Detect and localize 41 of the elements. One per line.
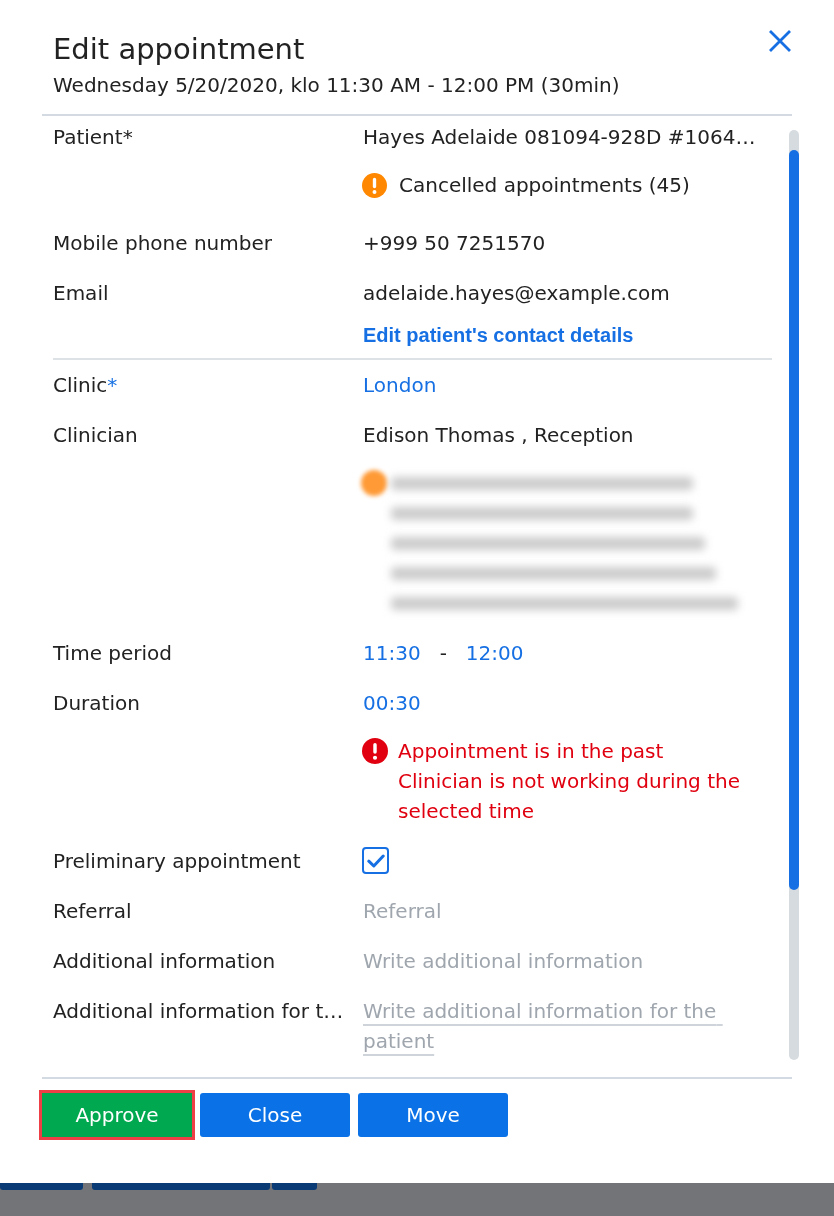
field-label: Referral	[53, 898, 133, 925]
checkbox[interactable]	[362, 847, 389, 874]
field-label: Mobile phone number	[53, 230, 273, 257]
field-label: Clinician	[53, 422, 139, 449]
error-icon	[362, 738, 388, 764]
field-value: Hayes Adelaide 081094-928D #1064…	[363, 124, 757, 151]
field-label: Preliminary appointment	[53, 848, 302, 875]
range-separator: -	[439, 640, 447, 667]
text-area[interactable]: Write additional information for the patient	[363, 996, 763, 1056]
field-label: Clinic	[53, 372, 108, 399]
dialog-subtitle: Wednesday 5/20/2020, klo 11:30 AM - 12:00 PM (30min)	[53, 72, 620, 99]
close-button[interactable]: Close	[200, 1093, 350, 1137]
value-link[interactable]: London	[363, 370, 437, 400]
start-time-link[interactable]: 11:30	[363, 638, 421, 668]
text-link[interactable]: Edit patient's contact details	[363, 320, 634, 350]
value-link[interactable]: 00:30	[363, 688, 421, 718]
background-bar	[272, 1183, 317, 1190]
field-label: Patient*	[53, 124, 134, 151]
text-field[interactable]: Write additional information	[363, 946, 646, 976]
close-button[interactable]	[768, 29, 792, 53]
error-message: Appointment is in the past	[398, 738, 665, 765]
text-field[interactable]: Referral	[363, 896, 444, 926]
field-label: Email	[53, 280, 110, 307]
field-label: Time period	[53, 640, 173, 667]
field-label: Additional information	[53, 948, 277, 975]
field-value: adelaide.hayes@example.com	[363, 280, 671, 307]
field-value: Edison Thomas , Reception	[363, 422, 635, 449]
check-icon	[366, 853, 385, 868]
warning-message: Cancelled appointments (45)	[399, 172, 690, 199]
field-value: +999 50 7251570	[363, 230, 547, 257]
error-message: Clinician is not working during the selected time	[398, 768, 741, 825]
field-label: Duration	[53, 690, 141, 717]
dialog-title: Edit appointment	[53, 31, 305, 67]
warning-icon	[362, 172, 387, 198]
field-label: Additional information for t…	[53, 998, 345, 1025]
end-time-link[interactable]: 12:00	[465, 638, 524, 668]
approve-button[interactable]: Approve	[42, 1093, 192, 1137]
move-button[interactable]: Move	[358, 1093, 508, 1137]
required-mark: *	[107, 372, 118, 399]
scrollbar-thumb[interactable]	[789, 150, 799, 890]
close-icon	[768, 29, 792, 53]
